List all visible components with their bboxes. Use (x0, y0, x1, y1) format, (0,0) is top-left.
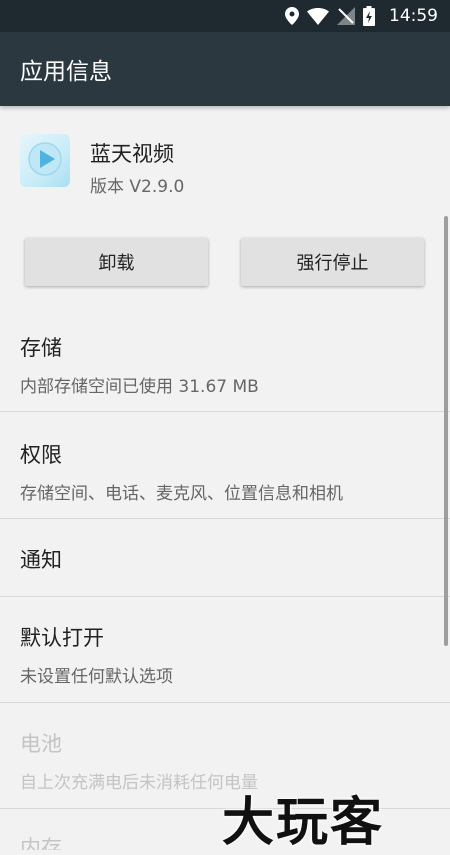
app-bar: 应用信息 (0, 32, 450, 106)
uninstall-button[interactable]: 卸载 (25, 238, 208, 286)
status-time: 14:59 (389, 6, 438, 26)
battery-charging-icon (363, 6, 375, 26)
permissions-item[interactable]: 权限 存储空间、电话、麦克风、位置信息和相机 (0, 439, 450, 504)
wifi-icon (307, 7, 329, 25)
scrollbar[interactable] (444, 216, 448, 646)
page-title: 应用信息 (20, 59, 112, 85)
open-by-default-title: 默认打开 (20, 626, 104, 650)
divider (0, 596, 450, 597)
play-icon (27, 141, 63, 181)
battery-title: 电池 (20, 732, 62, 756)
app-header: 蓝天视频 版本 V2.9.0 (0, 106, 450, 216)
app-version: 版本 V2.9.0 (90, 177, 185, 197)
app-name: 蓝天视频 (90, 142, 174, 166)
open-by-default-item[interactable]: 默认打开 未设置任何默认选项 (0, 622, 450, 687)
divider (0, 411, 450, 412)
notifications-item[interactable]: 通知 (0, 544, 450, 574)
app-info-content[interactable]: 蓝天视频 版本 V2.9.0 卸载 强行停止 存储 内部存储空间已使用 31.6… (0, 106, 450, 850)
permissions-summary: 存储空间、电话、麦克风、位置信息和相机 (20, 484, 343, 504)
divider (0, 702, 450, 703)
status-bar: 14:59 (0, 0, 450, 32)
notifications-title: 通知 (20, 548, 62, 572)
storage-summary: 内部存储空间已使用 31.67 MB (20, 377, 259, 397)
no-sim-icon (337, 7, 355, 25)
divider (0, 518, 450, 519)
watermark: 大玩客 (222, 793, 385, 853)
permissions-title: 权限 (20, 443, 62, 467)
open-by-default-summary: 未设置任何默认选项 (20, 667, 173, 687)
storage-title: 存储 (20, 336, 62, 360)
storage-item[interactable]: 存储 内部存储空间已使用 31.67 MB (0, 332, 450, 397)
location-icon (285, 7, 299, 25)
force-stop-button[interactable]: 强行停止 (241, 238, 424, 286)
app-icon (20, 134, 70, 187)
